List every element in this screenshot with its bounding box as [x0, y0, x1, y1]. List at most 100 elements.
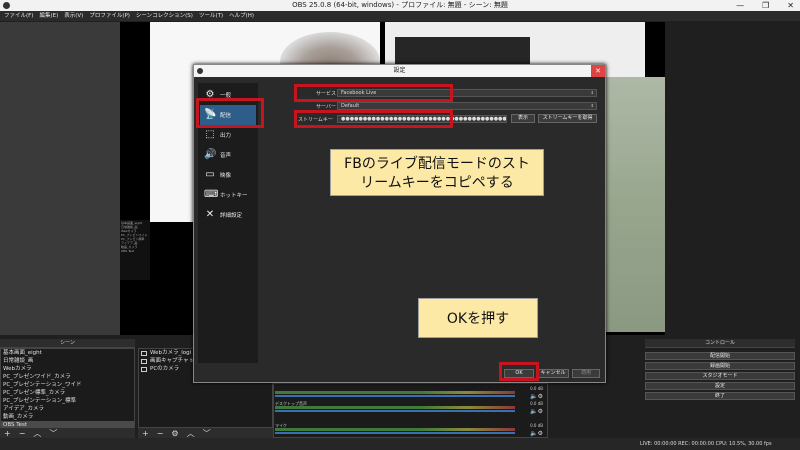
mini-item: OBS Test	[121, 249, 135, 253]
maximize-button[interactable]: ❐	[762, 0, 769, 11]
menu-scene-collection[interactable]: シーンコレクション(S)	[136, 11, 193, 21]
obs-logo-icon	[3, 2, 10, 9]
preview-background	[0, 22, 120, 335]
stream-key-input[interactable]: ●●●●●●●●●●●●●●●●●●●●●●●●●●●●●●●●●●●●●●●●…	[337, 115, 507, 123]
nav-label: 一般	[220, 93, 232, 99]
camera-icon	[141, 366, 147, 372]
studio-mode-button[interactable]: スタジオモード	[645, 372, 795, 380]
server-select[interactable]: Default ⇕	[337, 102, 597, 110]
keyboard-icon: ⌨	[204, 189, 219, 200]
menu-bar: ファイル(F) 編集(E) 表示(V) プロファイル(P) シーンコレクション(…	[0, 11, 800, 21]
volume-meter	[275, 391, 515, 394]
menu-edit[interactable]: 編集(E)	[39, 11, 58, 21]
preview-mini-scene-list: 基本画面_eight 日常雑談_画 Webカメラ PC_プレゼンワイド PC_プ…	[120, 220, 150, 280]
server-value: Default	[341, 103, 360, 109]
menu-profile[interactable]: プロファイル(P)	[89, 11, 130, 21]
scene-item[interactable]: PC_プレゼンワイド_カメラ	[1, 373, 134, 381]
obs-logo-icon	[197, 68, 203, 74]
nav-audio[interactable]: 🔊 音声	[200, 145, 256, 165]
nav-stream[interactable]: 📡 配信	[200, 105, 256, 125]
callout-line: リームキーをコピペする	[360, 175, 514, 191]
status-text: LIVE: 00:00:00 REC: 00:00:00 CPU: 10.5%,…	[640, 441, 772, 447]
scene-item[interactable]: アイデア_カメラ	[1, 405, 134, 413]
monitor-icon: ▭	[205, 169, 215, 180]
scene-item[interactable]: PC_プレゼン標準_カメラ	[1, 389, 134, 397]
scenes-list: 基本画面_eight 日常雑談_画 Webカメラ PC_プレゼンワイド_カメラ …	[0, 348, 135, 429]
stream-key-label: ストリームキー	[298, 117, 333, 123]
cancel-button[interactable]: キャンセル	[537, 369, 569, 378]
nav-video[interactable]: ▭ 映像	[200, 165, 256, 185]
scenes-header: シーン	[0, 339, 135, 348]
stream-key-callout: FBのライブ配信モードのスト リームキーをコピペする	[330, 149, 544, 196]
scene-item[interactable]: 動画_カメラ	[1, 413, 134, 421]
nav-label: ホットキー	[220, 193, 248, 199]
nav-label: 映像	[220, 173, 232, 179]
start-recording-button[interactable]: 録画開始	[645, 362, 795, 370]
close-window-button[interactable]: ✕	[787, 0, 794, 11]
nav-advanced[interactable]: ✕ 詳細設定	[200, 205, 256, 225]
mixer-track: デスクトップ音声 0.0 dB 🔈⚙	[275, 401, 545, 415]
apply-button[interactable]: 適用	[572, 369, 600, 378]
scene-item[interactable]: PC_プレゼンテーション_ワイド	[1, 381, 134, 389]
nav-label: 音声	[220, 153, 232, 159]
service-value: Facebook Live	[341, 90, 377, 96]
nav-label: 詳細設定	[220, 213, 243, 219]
volume-meter	[275, 406, 515, 409]
menu-help[interactable]: ヘルプ(H)	[229, 11, 254, 21]
nav-output[interactable]: ⬚ 出力	[200, 125, 256, 145]
server-label: サーバー	[316, 104, 336, 110]
show-key-button[interactable]: 表示	[511, 114, 535, 123]
settings-dialog: 設定 ✕ ⚙ 一般 📡 配信 ⬚ 出力 🔊 音声 ▭ 映像 ⌨ ホットキー ✕	[193, 64, 606, 383]
volume-meter	[275, 428, 515, 431]
speaker-gear-icons[interactable]: 🔈⚙	[530, 408, 543, 415]
service-label: サービス	[316, 91, 337, 97]
controls-header: コントロール	[645, 339, 795, 348]
window-titlebar: OBS 25.0.8 (64-bit, windows) - プロファイル: 無…	[0, 0, 800, 11]
mixer-track: マイク 0.0 dB 🔈⚙	[275, 423, 545, 437]
nav-hotkeys[interactable]: ⌨ ホットキー	[200, 185, 256, 205]
start-streaming-button[interactable]: 配信開始	[645, 352, 795, 360]
volume-slider[interactable]	[275, 410, 515, 412]
mixer-track: 0.0 dB 🔈⚙	[275, 386, 545, 400]
speaker-gear-icons[interactable]: 🔈⚙	[530, 393, 543, 400]
volume-slider[interactable]	[275, 432, 515, 434]
callout-line: FBのライブ配信モードのスト	[344, 156, 530, 172]
service-select[interactable]: Facebook Live ⇕	[337, 89, 597, 97]
menu-tools[interactable]: ツール(T)	[199, 11, 223, 21]
output-icon: ⬚	[205, 129, 215, 140]
camera-icon	[141, 350, 147, 356]
status-bar: LIVE: 00:00:00 REC: 00:00:00 CPU: 10.5%,…	[0, 438, 800, 450]
settings-titlebar: 設定 ✕	[194, 65, 605, 77]
exit-button[interactable]: 終了	[645, 392, 795, 400]
source-label: Webカメラ_logi	[150, 350, 192, 356]
speaker-gear-icons[interactable]: 🔈⚙	[530, 430, 543, 437]
close-button[interactable]: ✕	[591, 65, 605, 77]
nav-general[interactable]: ⚙ 一般	[200, 85, 256, 105]
get-stream-key-button[interactable]: ストリームキーを取得	[538, 114, 597, 123]
monitor-icon	[141, 358, 147, 364]
track-db: 0.0 dB	[530, 401, 543, 406]
settings-title: 設定	[393, 67, 406, 74]
menu-file[interactable]: ファイル(F)	[4, 11, 33, 21]
scene-item[interactable]: 基本画面_eight	[1, 349, 134, 357]
nav-label: 出力	[220, 133, 232, 139]
source-label: PCのカメラ	[150, 366, 180, 372]
ok-callout: OKを押す	[418, 298, 538, 338]
minimize-button[interactable]: —	[736, 0, 744, 11]
track-db: 0.0 dB	[530, 423, 543, 428]
volume-slider[interactable]	[275, 395, 515, 397]
settings-button[interactable]: 設定	[645, 382, 795, 390]
window-title: OBS 25.0.8 (64-bit, windows) - プロファイル: 無…	[292, 1, 508, 9]
speaker-icon: 🔊	[204, 149, 217, 160]
scene-item[interactable]: PC_プレゼンテーション_標準	[1, 397, 134, 405]
ok-button[interactable]: OK	[504, 369, 534, 378]
scene-item[interactable]: Webカメラ	[1, 365, 134, 373]
track-db: 0.0 dB	[530, 386, 543, 391]
menu-view[interactable]: 表示(V)	[64, 11, 83, 21]
nav-label: 配信	[220, 113, 232, 119]
tools-icon: ✕	[205, 209, 215, 220]
broadcast-icon: 📡	[204, 109, 217, 120]
scene-item[interactable]: 日常雑談_画	[1, 357, 134, 365]
window-controls: — ❐ ✕	[736, 0, 794, 11]
gear-icon: ⚙	[205, 89, 215, 100]
